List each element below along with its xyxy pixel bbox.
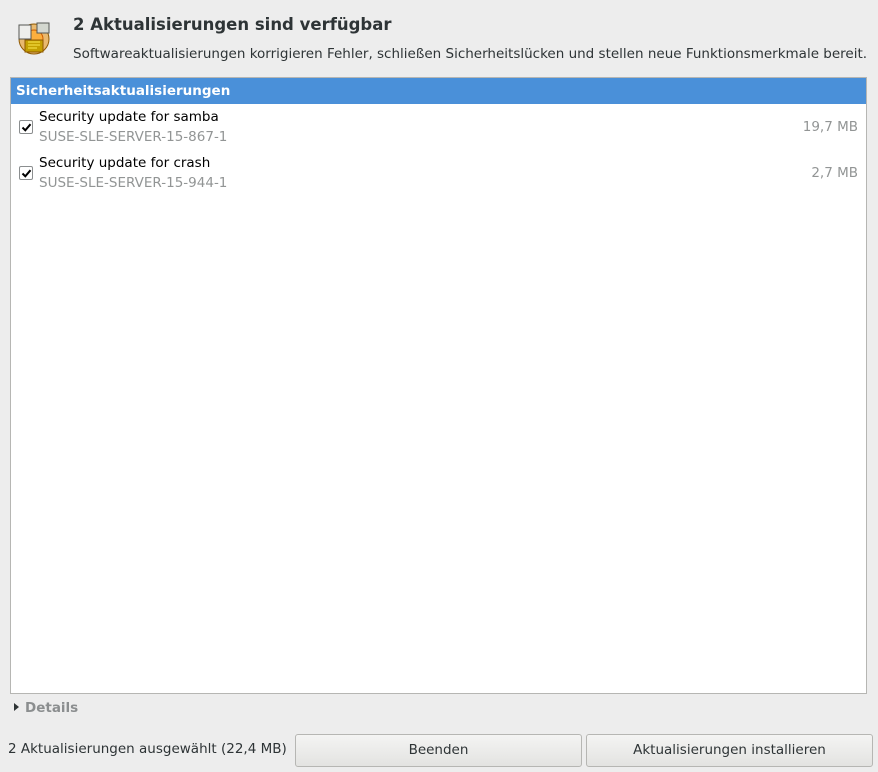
update-id: SUSE-SLE-SERVER-15-867-1	[39, 129, 228, 145]
update-size: 19,7 MB	[802, 119, 858, 135]
checkmark-icon	[21, 123, 32, 132]
update-row[interactable]: Security update for crash SUSE-SLE-SERVE…	[11, 154, 866, 200]
section-header-security[interactable]: Sicherheitsaktualisierungen	[11, 78, 866, 104]
update-id: SUSE-SLE-SERVER-15-944-1	[39, 175, 228, 191]
selection-status: 2 Aktualisierungen ausgewählt (22,4 MB)	[8, 741, 287, 757]
update-title: Security update for samba	[39, 109, 219, 125]
update-size: 2,7 MB	[811, 165, 858, 181]
software-update-icon	[15, 20, 53, 56]
expander-arrow-icon	[14, 703, 19, 711]
dialog-title: 2 Aktualisierungen sind verfügbar	[73, 15, 392, 34]
update-row[interactable]: Security update for samba SUSE-SLE-SERVE…	[11, 108, 866, 154]
details-label: Details	[25, 700, 79, 716]
update-title: Security update for crash	[39, 155, 211, 171]
details-expander[interactable]: Details	[14, 700, 78, 718]
dialog-subtitle: Softwareaktualisierungen korrigieren Feh…	[73, 46, 868, 62]
checkmark-icon	[21, 169, 32, 178]
update-dialog: 2 Aktualisierungen sind verfügbar Softwa…	[0, 0, 878, 772]
install-updates-button[interactable]: Aktualisierungen installieren	[586, 734, 873, 767]
update-checkbox[interactable]	[19, 120, 33, 134]
quit-button[interactable]: Beenden	[295, 734, 582, 767]
update-list[interactable]: Sicherheitsaktualisierungen Security upd…	[10, 77, 867, 694]
update-checkbox[interactable]	[19, 166, 33, 180]
